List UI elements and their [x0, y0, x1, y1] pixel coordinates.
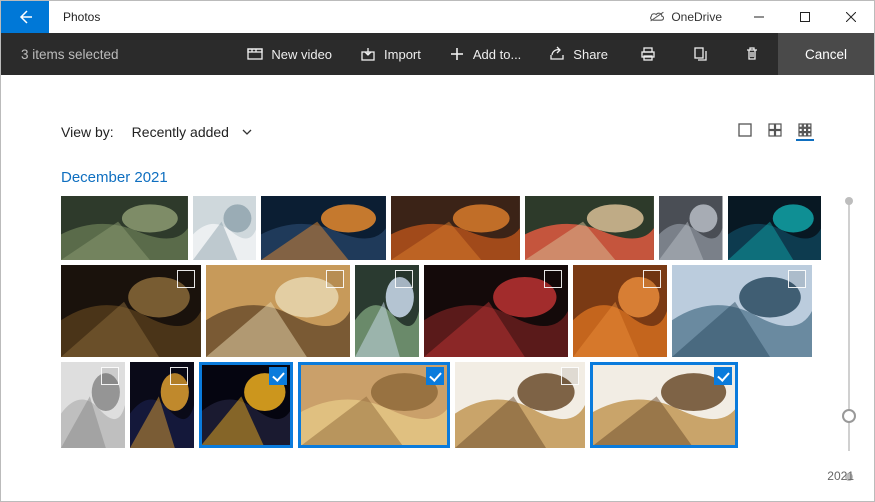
selection-checkbox[interactable]	[177, 270, 195, 288]
selection-checkbox[interactable]	[426, 367, 444, 385]
copy-button[interactable]	[674, 33, 726, 75]
photo-silhouette-sunset[interactable]	[261, 196, 386, 260]
share-icon	[549, 46, 565, 62]
arrow-left-icon	[17, 9, 33, 25]
photo-furniture-collage[interactable]	[61, 196, 188, 260]
trash-icon	[744, 46, 760, 62]
close-button[interactable]	[828, 1, 874, 33]
photo-gift-box-1[interactable]	[455, 362, 585, 448]
photo-frost-plants[interactable]	[355, 265, 419, 357]
cancel-label: Cancel	[805, 47, 847, 62]
viewby-dropdown[interactable]: Recently added	[132, 124, 253, 140]
photo-oak-leaves[interactable]	[61, 265, 201, 357]
layout-small[interactable]	[796, 123, 814, 141]
app-title: Photos	[49, 1, 114, 33]
photo-orange-texture[interactable]	[573, 265, 667, 357]
photo-mountain-snow[interactable]	[672, 265, 812, 357]
photo-desert-dunes[interactable]	[298, 362, 450, 448]
layout-switcher	[736, 123, 814, 141]
photo-dark-lights[interactable]	[130, 362, 194, 448]
new-video-button[interactable]: New video	[233, 33, 346, 75]
selection-checkbox[interactable]	[326, 270, 344, 288]
share-button[interactable]: Share	[535, 33, 622, 75]
delete-button[interactable]	[726, 33, 778, 75]
chevron-down-icon	[241, 126, 253, 138]
viewby-label: View by:	[61, 124, 114, 140]
photo-desert-rock[interactable]	[206, 265, 350, 357]
selection-checkbox[interactable]	[170, 367, 188, 385]
photo-bokeh-lights[interactable]	[199, 362, 293, 448]
selection-count: 3 items selected	[1, 33, 139, 75]
timeline-scrubber[interactable]	[838, 201, 860, 477]
photo-lava-field[interactable]	[424, 265, 568, 357]
selection-checkbox[interactable]	[714, 367, 732, 385]
maximize-button[interactable]	[782, 1, 828, 33]
content-area: View by: Recently added December 2021	[1, 75, 874, 501]
onedrive-label: OneDrive	[671, 10, 722, 24]
selection-checkbox[interactable]	[269, 367, 287, 385]
photo-autumn-leaves[interactable]	[391, 196, 520, 260]
add-to-label: Add to...	[473, 47, 521, 62]
layout-medium[interactable]	[766, 123, 784, 141]
back-button[interactable]	[1, 1, 49, 33]
photo-building-facade[interactable]	[659, 196, 722, 260]
print-icon	[640, 46, 656, 62]
layout-single[interactable]	[736, 123, 754, 141]
selection-checkbox[interactable]	[101, 367, 119, 385]
selection-checkbox[interactable]	[544, 270, 562, 288]
timeline-handle[interactable]	[842, 409, 856, 423]
selection-checkbox[interactable]	[643, 270, 661, 288]
selection-checkbox[interactable]	[395, 270, 413, 288]
date-group-header[interactable]: December 2021	[61, 169, 814, 186]
title-bar: Photos OneDrive	[1, 1, 874, 33]
print-button[interactable]	[622, 33, 674, 75]
photo-white-car[interactable]	[61, 362, 125, 448]
import-button[interactable]: Import	[346, 33, 435, 75]
photo-gift-box-2[interactable]	[590, 362, 738, 448]
viewby-value: Recently added	[132, 124, 229, 140]
import-label: Import	[384, 47, 421, 62]
photo-cave-water[interactable]	[728, 196, 821, 260]
timeline-tick-top	[845, 197, 853, 205]
cloud-off-icon	[649, 11, 665, 23]
photo-grid	[61, 196, 821, 448]
video-icon	[247, 46, 263, 62]
command-bar: 3 items selected New video Import Add to…	[1, 33, 874, 75]
cancel-button[interactable]: Cancel	[778, 33, 874, 75]
selection-checkbox[interactable]	[561, 367, 579, 385]
photo-winter-forest[interactable]	[193, 196, 256, 260]
share-label: Share	[573, 47, 608, 62]
import-icon	[360, 46, 376, 62]
window-controls	[736, 1, 874, 33]
copy-icon	[692, 46, 708, 62]
plus-icon	[449, 46, 465, 62]
photo-plant-lamp[interactable]	[525, 196, 654, 260]
add-to-button[interactable]: Add to...	[435, 33, 535, 75]
selection-checkbox[interactable]	[788, 270, 806, 288]
minimize-button[interactable]	[736, 1, 782, 33]
new-video-label: New video	[271, 47, 332, 62]
onedrive-status[interactable]: OneDrive	[635, 1, 736, 33]
timeline-year: 2021	[827, 469, 854, 483]
